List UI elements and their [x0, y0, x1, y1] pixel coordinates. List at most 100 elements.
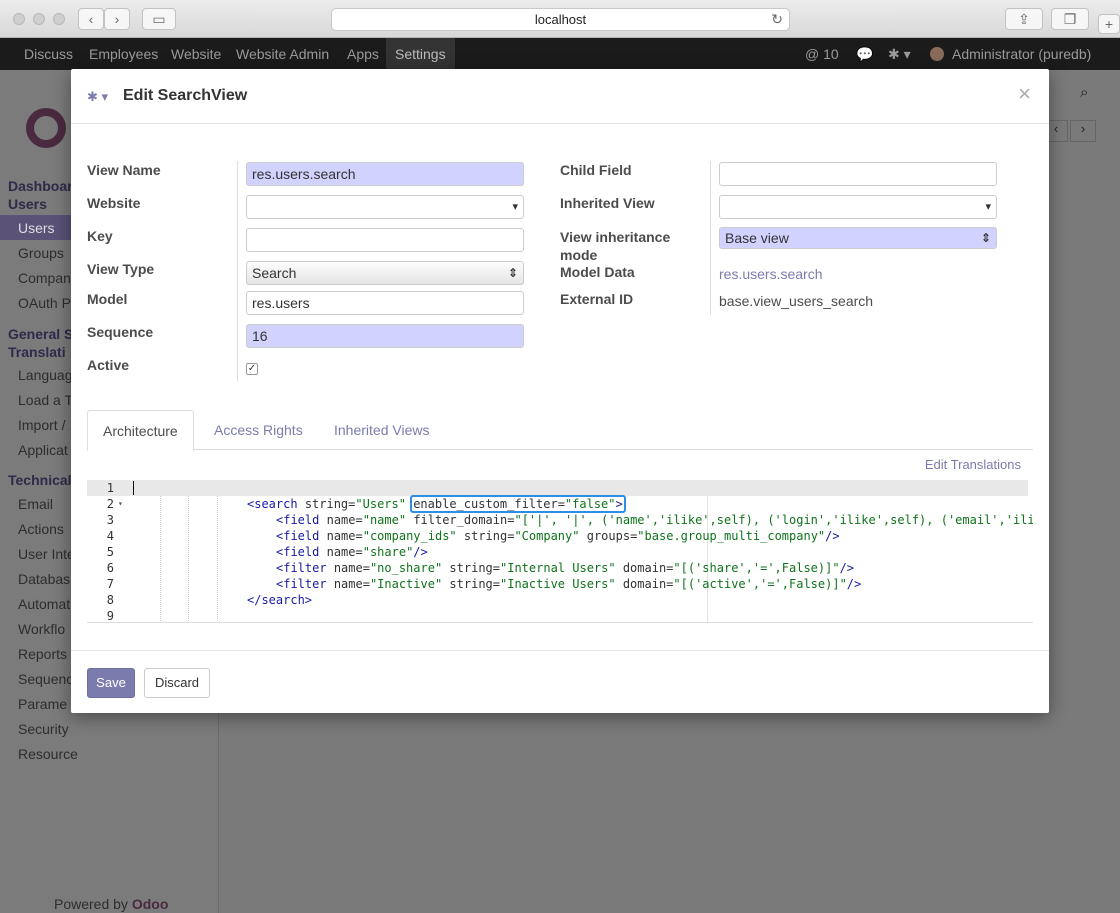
- text-cursor: [133, 481, 134, 495]
- search-icon[interactable]: ⌕: [1080, 84, 1104, 106]
- menu-employees[interactable]: Employees: [89, 38, 158, 70]
- line-gutter: 1 2 ▾ 3 4 5 6 7 8 9: [87, 480, 128, 622]
- view-name-label: View Name: [87, 162, 161, 178]
- tab-architecture[interactable]: Architecture: [87, 410, 194, 451]
- sidebar-item-load-translation[interactable]: Load a T: [18, 392, 73, 408]
- sidebar-item-reports[interactable]: Reports: [18, 646, 67, 662]
- dialog-title: Edit SearchView: [123, 87, 248, 104]
- website-label: Website: [87, 195, 141, 211]
- menu-discuss[interactable]: Discuss: [24, 38, 73, 70]
- close-window-button[interactable]: [13, 13, 25, 25]
- reload-icon[interactable]: ↻: [771, 9, 783, 30]
- key-input[interactable]: [246, 228, 524, 252]
- sidebar-section-general[interactable]: General S: [8, 326, 73, 342]
- inheritance-mode-label-line1: View inheritance: [560, 229, 671, 245]
- sidebar-item-companies[interactable]: Compan: [18, 270, 71, 286]
- model-data-link[interactable]: res.users.search: [719, 266, 822, 282]
- close-icon[interactable]: ×: [1018, 81, 1031, 107]
- sidebar-item-actions[interactable]: Actions: [18, 521, 64, 537]
- sidebar-item-import[interactable]: Import /: [18, 417, 65, 433]
- sidebar-section-dashboard[interactable]: Dashboar: [8, 178, 73, 194]
- edit-view-dialog: ✱ ▾ Edit SearchView × View Name res.user…: [71, 69, 1049, 713]
- sidebar-item-user-interface[interactable]: User Inte: [18, 546, 75, 562]
- inheritance-mode-select[interactable]: Base view: [719, 227, 997, 249]
- powered-by: Powered by Odoo: [54, 896, 169, 912]
- fold-arrow-icon[interactable]: ▾: [118, 499, 123, 508]
- sidebar-item-sequences[interactable]: Sequenc: [18, 671, 73, 687]
- code-line: <field name="company_ids" string="Compan…: [276, 529, 840, 543]
- menu-website-admin[interactable]: Website Admin: [236, 38, 329, 70]
- sidebar-item-security[interactable]: Security: [18, 721, 69, 737]
- sidebar-item-groups[interactable]: Groups: [18, 245, 64, 261]
- view-type-select[interactable]: Search: [246, 261, 524, 285]
- pager-next-icon[interactable]: ›: [1070, 120, 1096, 142]
- sequence-label: Sequence: [87, 324, 154, 340]
- avatar: [930, 47, 944, 61]
- right-column-divider: [710, 161, 711, 315]
- sidebar-item-automation[interactable]: Automat: [18, 596, 70, 612]
- sidebar-section-users[interactable]: Users: [8, 196, 47, 212]
- sidebar-item-email[interactable]: Email: [18, 496, 53, 512]
- odoo-logo-icon: [26, 108, 66, 148]
- sidebar-item-database[interactable]: Databas: [18, 571, 70, 587]
- left-column-divider: [237, 161, 238, 381]
- save-button[interactable]: Save: [87, 668, 135, 698]
- indent-guide: [188, 496, 189, 622]
- tabs-overview-icon[interactable]: ❐: [1051, 8, 1089, 30]
- sidebar-item-workflow[interactable]: Workflo: [18, 621, 65, 637]
- user-menu[interactable]: Administrator (puredb): [952, 38, 1091, 70]
- share-icon[interactable]: ⇪: [1005, 8, 1043, 30]
- line-number: 1: [87, 480, 128, 496]
- sidebar-item-resource[interactable]: Resource: [18, 746, 78, 762]
- notebook-tabs: Architecture Access Rights Inherited Vie…: [87, 410, 1033, 451]
- inherited-view-select[interactable]: [719, 195, 997, 219]
- menu-settings[interactable]: Settings: [386, 38, 455, 70]
- model-input[interactable]: res.users: [246, 291, 524, 315]
- mentions-counter[interactable]: @ 10: [805, 38, 839, 70]
- minimize-window-button[interactable]: [33, 13, 45, 25]
- inherited-view-label: Inherited View: [560, 195, 655, 211]
- indent-guide: [160, 496, 161, 622]
- menu-apps[interactable]: Apps: [347, 38, 379, 70]
- address-bar[interactable]: localhost ↻: [331, 8, 790, 31]
- view-name-input[interactable]: res.users.search: [246, 162, 524, 186]
- discard-button[interactable]: Discard: [144, 668, 210, 698]
- code-line: [128, 480, 1028, 496]
- edit-translations-link[interactable]: Edit Translations: [925, 457, 1021, 472]
- debug-icon[interactable]: ✱ ▾: [888, 38, 911, 70]
- forward-icon[interactable]: ›: [104, 8, 130, 30]
- sidebar-item-application[interactable]: Applicat: [18, 442, 68, 458]
- tab-access-rights[interactable]: Access Rights: [199, 410, 318, 450]
- indent-guide: [217, 496, 218, 622]
- line-number: 8: [106, 593, 114, 607]
- zoom-window-button[interactable]: [53, 13, 65, 25]
- back-icon[interactable]: ‹: [78, 8, 104, 30]
- menu-website[interactable]: Website: [171, 38, 221, 70]
- active-checkbox[interactable]: ✓: [246, 363, 258, 375]
- sidebar-item-users[interactable]: Users: [18, 220, 55, 236]
- new-tab-icon[interactable]: +: [1098, 14, 1120, 34]
- sidebar-toggle-icon[interactable]: ▭: [142, 8, 176, 30]
- sidebar-section-technical[interactable]: Technical: [8, 472, 72, 488]
- inheritance-mode-label: View inheritance mode: [560, 228, 670, 264]
- tab-inherited-views[interactable]: Inherited Views: [319, 410, 444, 450]
- sidebar-item-languages[interactable]: Languag: [18, 367, 73, 383]
- code-line: <search string="Users" enable_custom_fil…: [247, 495, 1033, 513]
- debug-icon[interactable]: ✱ ▾: [87, 89, 108, 105]
- line-number: 4: [106, 529, 114, 543]
- website-select[interactable]: [246, 195, 524, 219]
- code-editor[interactable]: 1 2 ▾ 3 4 5 6 7 8 9 <search string="User…: [87, 480, 1033, 623]
- code-line: </search>: [247, 593, 313, 607]
- line-number: 3: [106, 513, 114, 527]
- code-line: <field name="share"/>: [276, 545, 428, 559]
- code-line: <filter name="Inactive" string="Inactive…: [276, 577, 862, 591]
- child-field-input[interactable]: [719, 162, 997, 186]
- code-line: <filter name="no_share" string="Internal…: [276, 561, 855, 575]
- key-label: Key: [87, 228, 113, 244]
- sidebar-item-parameters[interactable]: Parame: [18, 696, 67, 712]
- sidebar-item-oauth[interactable]: OAuth P: [18, 295, 71, 311]
- chat-icon[interactable]: 💬: [856, 38, 873, 70]
- sidebar-section-translations[interactable]: Translati: [8, 344, 66, 360]
- sequence-input[interactable]: 16: [246, 324, 524, 348]
- main-navbar: Discuss Employees Website Website Admin …: [0, 38, 1120, 70]
